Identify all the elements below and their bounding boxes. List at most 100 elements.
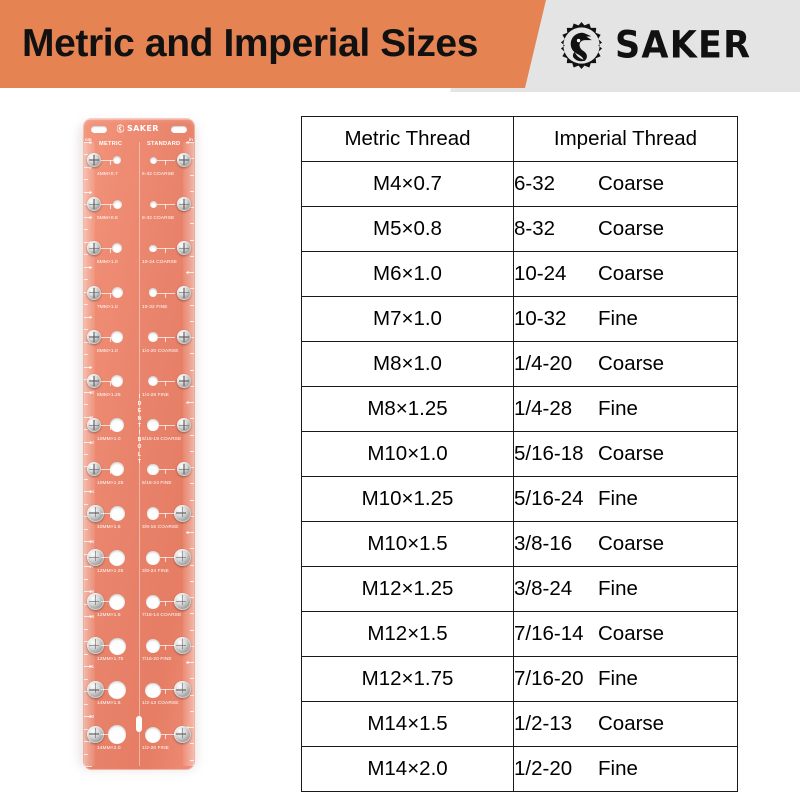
in-unit-label: in [188,137,193,142]
imperial-size: 7/16-14 [514,622,584,645]
gauge-bolt-head [174,681,191,699]
gauge-edge-highlight-bottom [83,768,195,770]
gauge-standard-label: 10-24 COARSE [142,260,178,266]
table-row: M8×1.25 1/4-28 Fine [301,386,738,432]
cell-metric-thread: M12×1.5 [301,611,514,657]
gauge-bolt-head [87,462,101,477]
gauge-connector-line [101,512,110,514]
imperial-thread-type: Fine [598,667,638,690]
imperial-thread-type: Fine [598,757,638,780]
gauge-bolt-head [174,548,191,566]
gauge-connector-tick [110,381,111,386]
imperial-thread-type: Coarse [598,622,665,645]
gauge-connector-line [101,469,110,471]
gauge-metric-label: 5MM×0.8 [97,216,118,222]
gauge-standard-label: 5/16-18 COARSE [142,437,182,443]
gauge-connector-tick [165,469,166,475]
table-row: M4×0.7 6-32 Coarse [301,161,738,207]
gauge-thread-hole [109,549,125,566]
gauge-connector-tick [110,645,111,651]
gauge-connector-line [158,381,175,382]
gauge-bolt-head [174,593,191,610]
gauge-thread-row: 7MM×1.0 10-32 FINE [83,282,195,326]
cell-metric-thread: M10×1.25 [301,476,514,522]
gauge-body: SAKER 0123456789101112131415161718192021… [83,118,195,770]
cell-imperial-thread: 10-24 Coarse [513,251,738,297]
gauge-bolt-head [177,285,191,300]
cell-metric-thread: M12×1.25 [301,566,514,612]
gauge-standard-label: 3/8-24 FINE [142,568,169,574]
gauge-connector-tick [165,336,166,342]
gauge-thread-hole [112,199,122,209]
gauge-connector-tick [165,601,166,606]
imperial-size: 10-32 [514,307,567,330]
gauge-bolt-head [177,462,191,477]
gauge-connector-tick [165,645,166,651]
gauge-connector-tick [110,336,111,342]
table-header-row: Metric Thread Imperial Thread [301,116,738,162]
gauge-thread-hole [147,419,159,431]
gauge-bolt-head [177,418,191,433]
gauge-metric-label: 14MM×1.5 [97,701,121,707]
thread-size-table: Metric Thread Imperial Thread M4×0.7 6-32… [301,116,738,792]
gauge-connector-tick [165,556,166,562]
gauge-thread-hole [108,637,126,655]
table-row: M8×1.0 1/4-20 Coarse [301,341,738,387]
gauge-thread-hole [145,638,161,654]
gauge-bolt-head [87,329,101,344]
gauge-thread-hole [148,332,158,342]
column-header-metric: Metric Thread [301,116,514,162]
imperial-size: 1/4-28 [514,397,573,420]
gauge-connector-line [101,425,110,427]
gauge-standard-label: 5/16-24 FINE [142,481,172,487]
table-row: M14×2.0 1/2-20 Fine [301,746,738,792]
gauge-thread-row: 4MM×0.7 6-32 COARSE [83,149,195,193]
gauge-thread-hole [113,156,121,164]
gauge-connector-tick [110,601,111,606]
imperial-size: 1/2-13 [514,712,573,735]
gauge-connector-line [101,733,108,735]
gauge-connector-line [101,556,109,558]
table-row: M7×1.0 10-32 Fine [301,296,738,342]
imperial-thread-type: Coarse [598,712,665,735]
gauge-standard-label: 1/2-20 FINE [142,745,169,751]
gauge-metric-label: 12MM×1.75 [97,657,124,663]
gauge-bolt-head [177,197,191,212]
cell-imperial-thread: 5/16-18 Coarse [513,431,738,477]
gauge-connector-tick [165,381,166,386]
imperial-size: 7/16-20 [514,667,584,690]
gauge-thread-hole [145,726,161,743]
gauge-bolt-head [87,241,101,256]
cell-metric-thread: M8×1.25 [301,386,514,432]
table-row: M10×1.0 5/16-18 Coarse [301,431,738,477]
imperial-size: 1/4-20 [514,352,573,375]
table-row: M10×1.5 3/8-16 Coarse [301,521,738,567]
table-row: M14×1.5 1/2-13 Coarse [301,701,738,747]
gauge-thread-hole [108,593,126,611]
gauge-standard-label: 7/16-20 FINE [142,657,172,663]
gauge-connector-tick [110,689,111,695]
gauge-connector-tick [110,248,111,254]
gauge-connector-line [101,601,109,602]
cell-metric-thread: M4×0.7 [301,161,514,207]
cell-imperial-thread: 6-32 Coarse [513,161,738,207]
gauge-bolt-head [177,153,191,167]
falcon-head-in-gear-icon [560,21,603,70]
gauge-connector-tick [165,160,166,165]
gauge-standard-label: 7/16-14 COARSE [142,613,182,618]
gauge-connector-line [157,336,175,338]
gauge-metric-label: 12MM×1.5 [97,613,121,618]
cell-metric-thread: M6×1.0 [301,251,514,297]
gauge-thread-row: 5MM×0.8 8-32 COARSE [83,193,195,237]
imperial-thread-type: Coarse [598,172,665,195]
cell-imperial-thread: 1/2-13 Coarse [513,701,738,747]
gauge-thread-row: 6MM×1.0 10-24 COARSE [83,237,195,281]
gauge-bolt-head [177,374,191,388]
cell-metric-thread: M10×1.5 [301,521,514,567]
cell-metric-thread: M5×0.8 [301,206,514,252]
gauge-connector-tick [110,512,111,518]
imperial-thread-type: Fine [598,307,638,330]
gauge-connector-tick [165,292,166,298]
imperial-size: 10-24 [514,262,567,285]
gauge-hang-slot-left [91,126,107,133]
